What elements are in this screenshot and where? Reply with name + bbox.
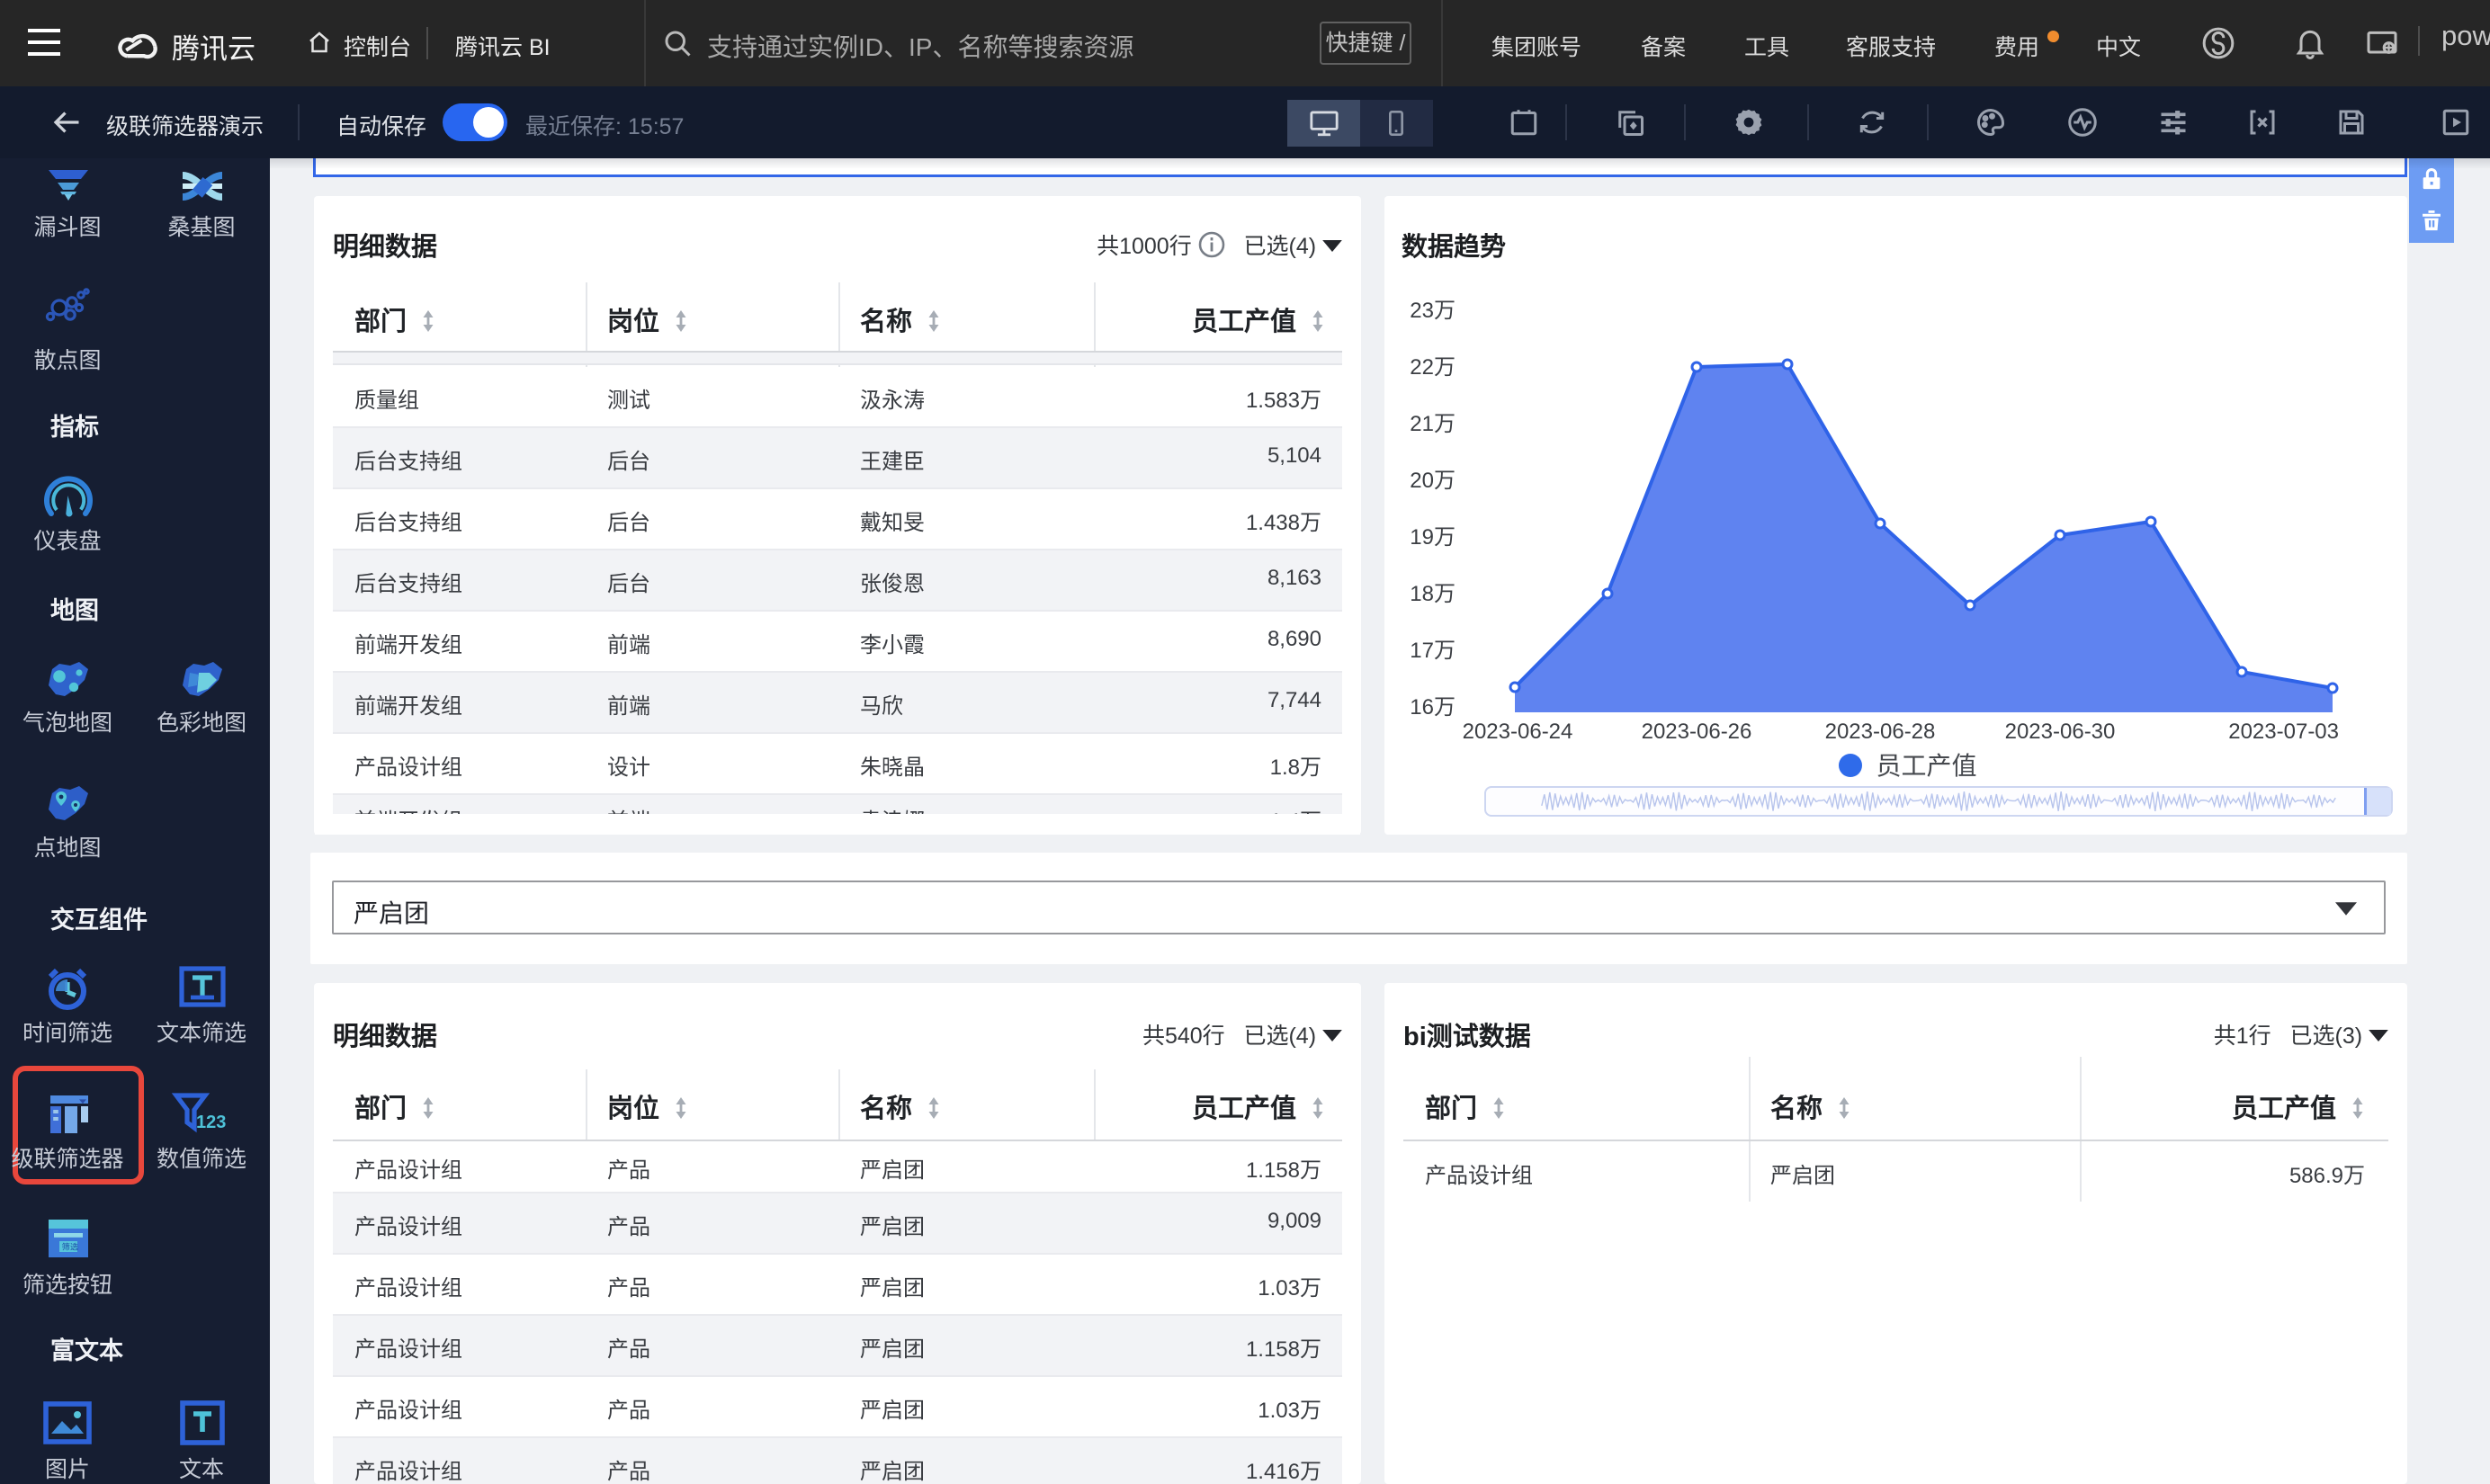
svg-text:筛选: 筛选 (62, 1242, 78, 1252)
svg-text:123: 123 (196, 1113, 226, 1132)
